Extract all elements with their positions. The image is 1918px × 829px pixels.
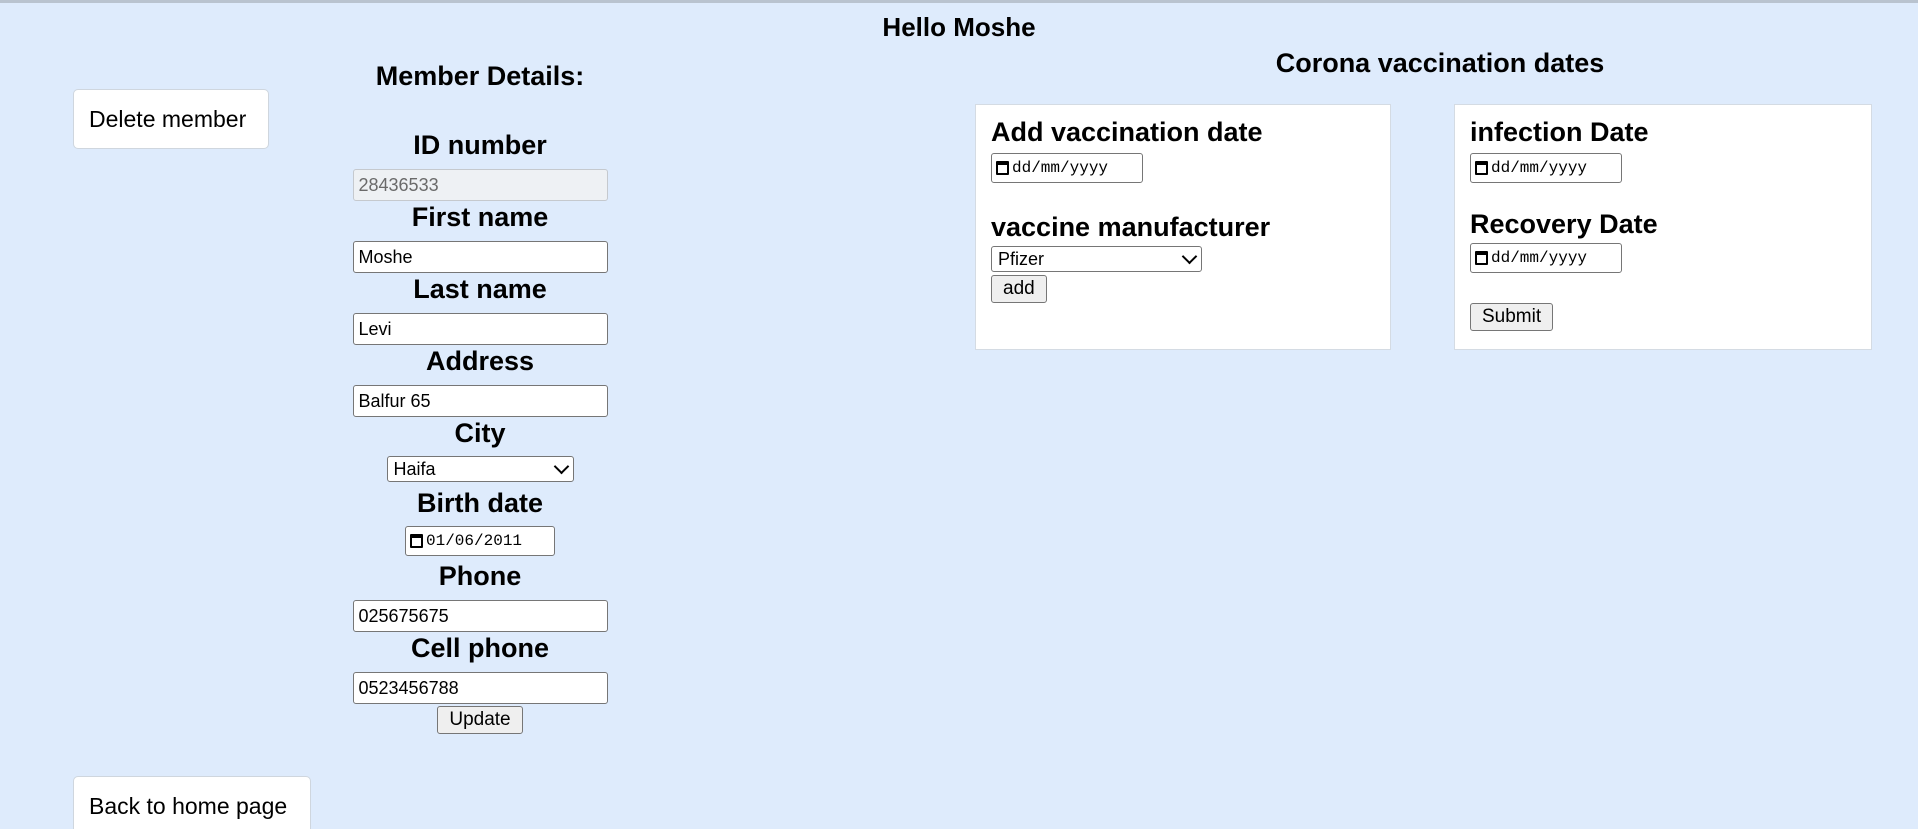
cell-phone-label: Cell phone xyxy=(410,633,549,663)
greeting-heading: Hello Moshe xyxy=(882,12,1036,42)
add-vaccination-button[interactable]: add xyxy=(991,275,1047,303)
update-button[interactable]: Update xyxy=(437,706,523,734)
infection-date-label: infection Date xyxy=(1470,117,1649,147)
back-home-button[interactable]: Back to home page xyxy=(73,776,311,829)
member-details-title: Member Details: xyxy=(375,61,585,91)
infection-date-input[interactable]: dd/mm/yyyy xyxy=(1470,153,1622,183)
first-name-input[interactable] xyxy=(352,241,608,273)
address-label: Address xyxy=(425,346,535,376)
member-details-section: Member Details: xyxy=(340,52,620,96)
top-divider xyxy=(0,0,1918,3)
city-select-value: Haifa xyxy=(393,458,436,479)
cell-phone-input[interactable] xyxy=(352,672,608,704)
manufacturer-select[interactable]: Pfizer xyxy=(991,246,1202,272)
birth-date-input[interactable]: 01/06/2011 xyxy=(405,526,555,556)
calendar-icon xyxy=(410,534,423,548)
recovery-date-label: Recovery Date xyxy=(1470,209,1658,239)
id-number-input xyxy=(352,169,608,201)
add-vaccination-label: Add vaccination date xyxy=(991,117,1263,147)
address-input[interactable] xyxy=(352,385,608,417)
first-name-label: First name xyxy=(411,202,549,232)
calendar-icon xyxy=(1475,251,1488,265)
vaccination-title: Corona vaccination dates xyxy=(1275,48,1605,78)
city-label: City xyxy=(454,418,506,448)
calendar-icon xyxy=(996,161,1009,175)
calendar-icon xyxy=(1475,161,1488,175)
chevron-down-icon xyxy=(1181,248,1198,265)
last-name-label: Last name xyxy=(413,274,547,304)
vaccination-date-placeholder: dd/mm/yyyy xyxy=(1012,159,1109,177)
id-number-label: ID number xyxy=(413,130,547,160)
birth-date-label: Birth date xyxy=(416,488,543,518)
last-name-input[interactable] xyxy=(352,313,608,345)
recovery-date-input[interactable]: dd/mm/yyyy xyxy=(1470,243,1622,273)
recovery-date-placeholder: dd/mm/yyyy xyxy=(1491,249,1588,267)
add-vaccination-card: Add vaccination date dd/mm/yyyy vaccine … xyxy=(975,104,1391,350)
infection-date-placeholder: dd/mm/yyyy xyxy=(1491,159,1588,177)
chevron-down-icon xyxy=(553,458,569,475)
member-form: ID number First name Last name Address C… xyxy=(340,129,620,734)
city-select[interactable]: Haifa xyxy=(386,456,574,482)
submit-button[interactable]: Submit xyxy=(1470,303,1554,331)
vaccination-date-input[interactable]: dd/mm/yyyy xyxy=(991,153,1143,183)
manufacturer-select-value: Pfizer xyxy=(998,248,1045,269)
birth-date-value: 01/06/2011 xyxy=(426,532,523,550)
delete-member-button[interactable]: Delete member xyxy=(73,89,269,149)
phone-input[interactable] xyxy=(352,600,608,632)
manufacturer-label: vaccine manufacturer xyxy=(991,212,1271,242)
infection-card: infection Date dd/mm/yyyy Recovery Date … xyxy=(1454,104,1872,350)
page: Hello Moshe Delete member Member Details… xyxy=(0,0,1918,829)
phone-label: Phone xyxy=(438,561,522,591)
